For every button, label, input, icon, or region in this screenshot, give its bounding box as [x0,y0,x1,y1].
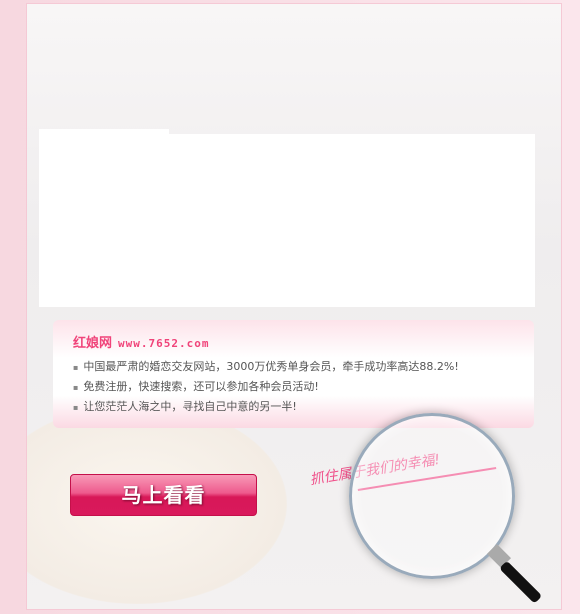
magnifier-handle [499,560,543,604]
view-now-button[interactable]: 马上看看 [70,474,257,516]
brand-heading[interactable]: 红娘网 www.7652.com [73,332,210,351]
brand-url[interactable]: www.7652.com [118,337,209,350]
ad-panel: 红娘网 www.7652.com 中国最严肃的婚恋交友网站，3000万优秀单身会员… [26,3,562,610]
feature-item: 中国最严肃的婚恋交友网站，3000万优秀单身会员，牵手成功率高达88.2%! [73,358,458,374]
feature-item: 免费注册，快速搜索，还可以参加各种会员活动! [73,378,318,394]
image-placeholder-main [168,134,535,307]
ad-frame: 红娘网 www.7652.com 中国最严肃的婚恋交友网站，3000万优秀单身会员… [0,0,580,614]
brand-name: 红娘网 [73,336,113,351]
feature-item: 让您茫茫人海之中，寻找自己中意的另一半! [73,398,296,414]
info-box: 红娘网 www.7652.com 中国最严肃的婚恋交友网站，3000万优秀单身会员… [53,320,534,428]
image-placeholder-left [39,129,169,307]
